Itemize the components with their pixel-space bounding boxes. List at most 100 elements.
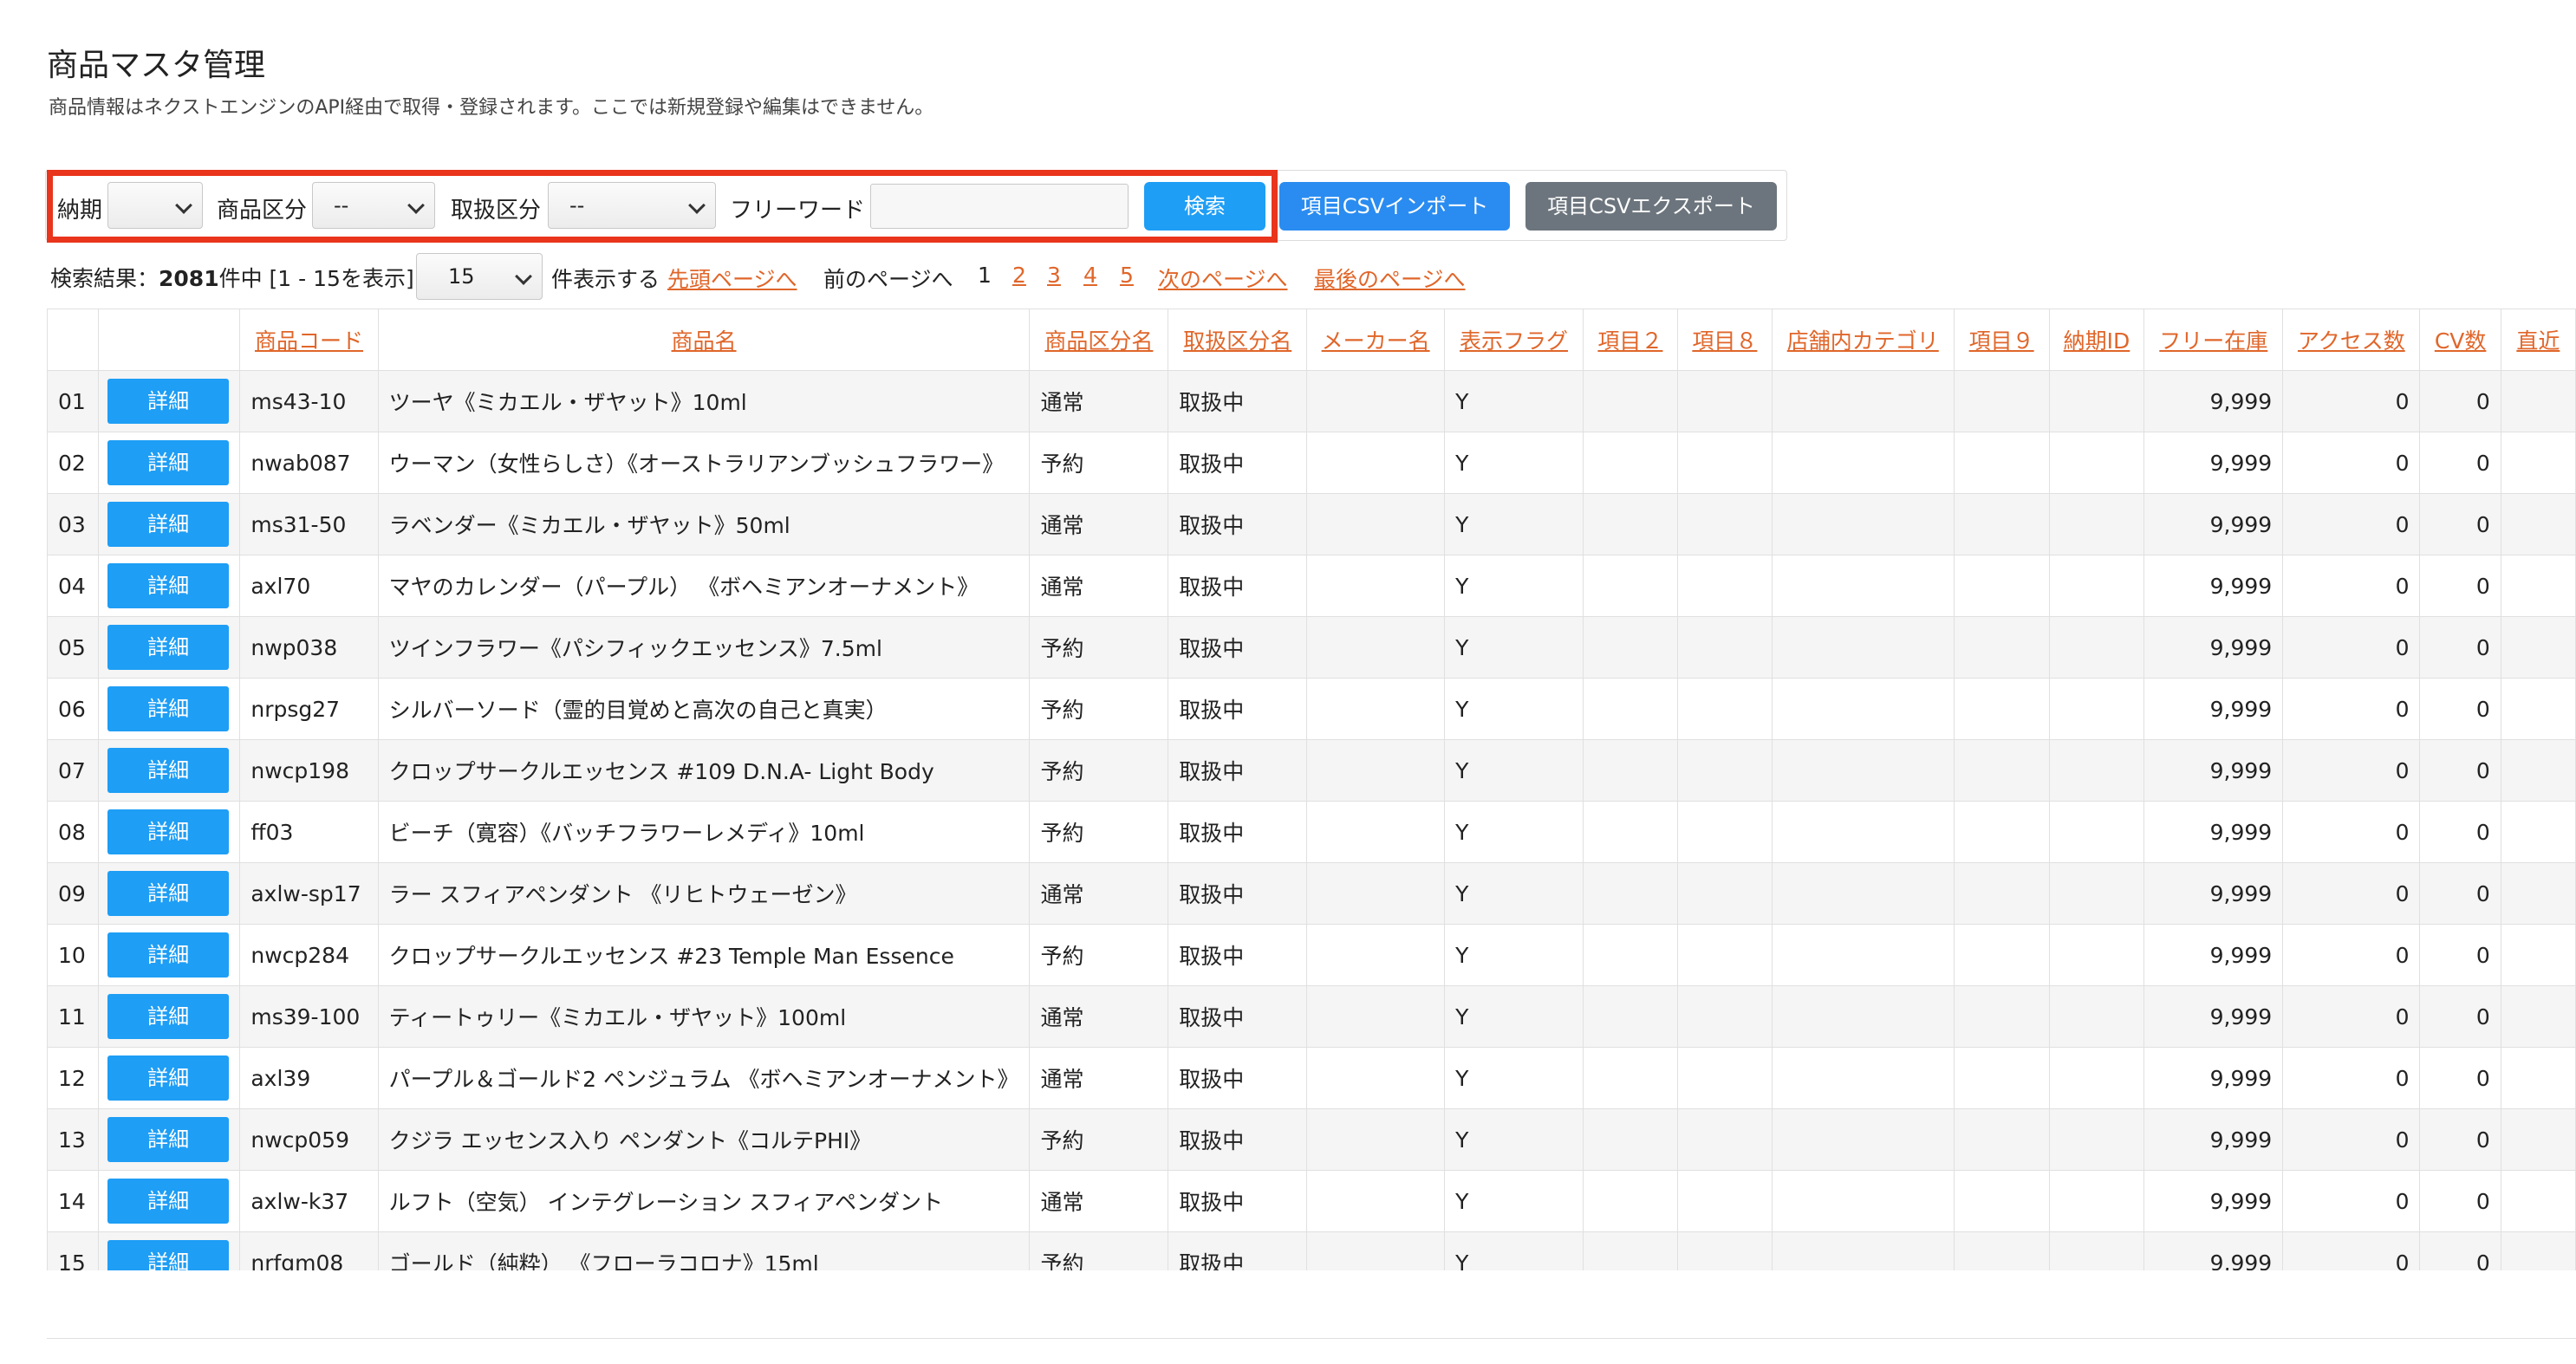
last-page-link[interactable]: 最後のページへ [1314, 263, 1466, 294]
detail-button[interactable]: 詳細 [107, 563, 230, 608]
cell-recent [2500, 1170, 2576, 1232]
header-handling-name[interactable]: 取扱区分名 [1168, 309, 1308, 371]
cell-no: 08 [47, 801, 100, 863]
cell-display-flag: Y [1444, 739, 1584, 802]
table-row: 04 詳細 axl70 マヤのカレンダー（パープル） 《ボヘミアンオーナメント》 通常取… [47, 555, 2576, 617]
cell-display-flag: Y [1444, 1231, 1584, 1270]
cell-product-code: ms43-10 [239, 370, 379, 432]
page-link-3[interactable]: 3 [1047, 263, 1061, 288]
csv-export-button[interactable]: 項目CSVエクスポート [1525, 182, 1777, 231]
table-row: 02 詳細 nwab087 ウーマン（女性らしさ）《オーストラリアンブッシュフラワー》… [47, 432, 2576, 494]
cell-item-9 [1953, 370, 2050, 432]
detail-button[interactable]: 詳細 [107, 1240, 230, 1270]
cell-item-2 [1582, 739, 1678, 802]
detail-button[interactable]: 詳細 [107, 994, 230, 1039]
cell-detail: 詳細 [98, 1231, 241, 1270]
cell-no: 10 [47, 924, 100, 986]
cell-item-9 [1953, 1047, 2050, 1109]
csv-import-button[interactable]: 項目CSVインポート [1279, 182, 1510, 231]
cell-delivery-id [2048, 985, 2145, 1048]
header-item-2[interactable]: 項目２ [1582, 309, 1678, 371]
cell-product-code: nrfgm08 [239, 1231, 379, 1270]
cell-product-name: シルバーソード（霊的目覚めと高次の自己と真実） [377, 678, 1031, 740]
cell-no: 03 [47, 493, 100, 555]
detail-button[interactable]: 詳細 [107, 1117, 230, 1162]
cell-detail: 詳細 [98, 985, 241, 1048]
cell-no: 15 [47, 1231, 100, 1270]
cell-recent [2500, 985, 2576, 1048]
cell-product-name: パープル＆ゴールド2 ペンジュラム 《ボヘミアンオーナメント》 [377, 1047, 1031, 1109]
cell-handling-name: 取扱中 [1168, 493, 1308, 555]
detail-button[interactable]: 詳細 [107, 932, 230, 978]
per-page-select[interactable]: 15 [416, 253, 543, 300]
header-store-category[interactable]: 店舗内カテゴリ [1771, 309, 1955, 371]
cell-delivery-id [2048, 924, 2145, 986]
cell-category-name: 予約 [1029, 616, 1169, 679]
cell-cv-count: 0 [2419, 1047, 2501, 1109]
cell-cv-count: 0 [2419, 555, 2501, 617]
result-summary: 検索結果：2081件中 [1 - 15を表示] [50, 262, 414, 293]
detail-button[interactable]: 詳細 [107, 440, 230, 485]
cell-cv-count: 0 [2419, 432, 2501, 494]
cell-item-2 [1582, 862, 1678, 925]
detail-button[interactable]: 詳細 [107, 686, 230, 731]
per-page-suffix: 件表示する [551, 267, 660, 292]
header-category-name[interactable]: 商品区分名 [1029, 309, 1169, 371]
page-link-2[interactable]: 2 [1012, 263, 1026, 288]
header-recent[interactable]: 直近 [2500, 309, 2576, 371]
cell-maker-name [1306, 801, 1446, 863]
cell-cv-count: 0 [2419, 370, 2501, 432]
cell-item-9 [1953, 985, 2050, 1048]
detail-button[interactable]: 詳細 [107, 1055, 230, 1101]
cell-display-flag: Y [1444, 616, 1584, 679]
cell-display-flag: Y [1444, 862, 1584, 925]
cell-free-stock: 9,999 [2143, 432, 2284, 494]
cell-no: 07 [47, 739, 100, 802]
header-free-stock[interactable]: フリー在庫 [2143, 309, 2284, 371]
cell-handling-name: 取扱中 [1168, 739, 1308, 802]
first-page-link[interactable]: 先頭ページへ [667, 263, 797, 294]
table-row: 11 詳細 ms39-100 ティートゥリー《ミカエル・ザヤット》100ml 通常 取扱中… [47, 985, 2576, 1048]
cell-product-code: ff03 [239, 801, 379, 863]
header-delivery-id[interactable]: 納期ID [2048, 309, 2145, 371]
detail-button[interactable]: 詳細 [107, 809, 230, 854]
table-row: 10 詳細 nwcp284 クロップサークルエッセンス #23 Temple Man … [47, 924, 2576, 986]
cell-product-code: ms39-100 [239, 985, 379, 1048]
cell-product-code: axlw-k37 [239, 1170, 379, 1232]
detail-button[interactable]: 詳細 [107, 379, 230, 424]
detail-button[interactable]: 詳細 [107, 1179, 230, 1224]
cell-display-flag: Y [1444, 432, 1584, 494]
cell-access-count: 0 [2282, 801, 2421, 863]
cell-delivery-id [2048, 555, 2145, 617]
next-page-link[interactable]: 次のページへ [1158, 263, 1288, 294]
cell-access-count: 0 [2282, 862, 2421, 925]
cell-free-stock: 9,999 [2143, 739, 2284, 802]
cell-category-name: 予約 [1029, 924, 1169, 986]
cell-display-flag: Y [1444, 493, 1584, 555]
detail-button[interactable]: 詳細 [107, 625, 230, 670]
table-header-row: 商品コード 商品名 商品区分名 取扱区分名 メーカー名 表示フラグ 項目２ 項目… [47, 309, 2576, 371]
cell-access-count: 0 [2282, 370, 2421, 432]
header-display-flag[interactable]: 表示フラグ [1444, 309, 1584, 371]
cell-recent [2500, 493, 2576, 555]
cell-free-stock: 9,999 [2143, 616, 2284, 679]
header-product-name[interactable]: 商品名 [377, 309, 1031, 371]
cell-item-9 [1953, 739, 2050, 802]
header-maker-name[interactable]: メーカー名 [1306, 309, 1446, 371]
header-cv-count[interactable]: CV数 [2419, 309, 2501, 371]
header-access-count[interactable]: アクセス数 [2282, 309, 2421, 371]
cell-maker-name [1306, 1231, 1446, 1270]
cell-maker-name [1306, 370, 1446, 432]
product-table-container: 商品コード 商品名 商品区分名 取扱区分名 メーカー名 表示フラグ 項目２ 項目… [47, 309, 2576, 1270]
detail-button[interactable]: 詳細 [107, 502, 230, 547]
page-link-5[interactable]: 5 [1120, 263, 1134, 288]
cell-item-2 [1582, 924, 1678, 986]
cell-product-code: nwab087 [239, 432, 379, 494]
header-item-8[interactable]: 項目８ [1676, 309, 1773, 371]
header-product-code[interactable]: 商品コード [239, 309, 379, 371]
detail-button[interactable]: 詳細 [107, 871, 230, 916]
header-item-9[interactable]: 項目９ [1953, 309, 2050, 371]
cell-delivery-id [2048, 862, 2145, 925]
page-link-4[interactable]: 4 [1083, 263, 1097, 288]
detail-button[interactable]: 詳細 [107, 748, 230, 793]
